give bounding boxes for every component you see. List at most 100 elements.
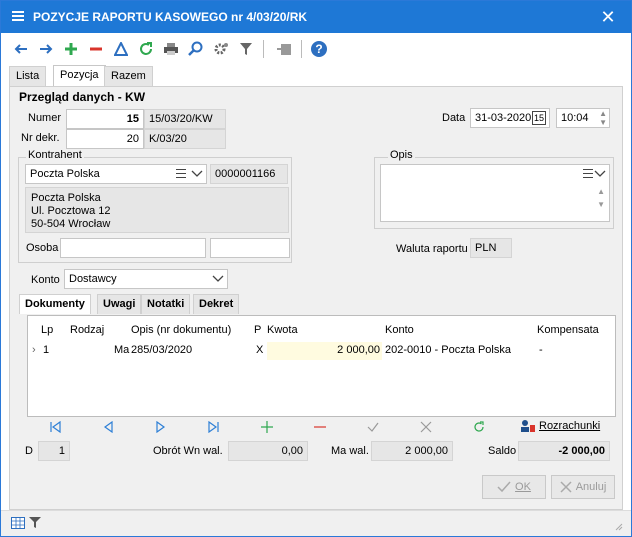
back-arrow-icon[interactable]	[11, 39, 31, 59]
cell-lp: 1	[43, 344, 50, 356]
spin-icon[interactable]: ▲ ▼	[597, 185, 605, 211]
col-header[interactable]: Opis (nr dokumentu)	[131, 324, 231, 336]
ma-field: 2 000,00	[371, 441, 453, 461]
tab-lista[interactable]: Lista	[9, 66, 47, 86]
address-line: Ul. Pocztowa 12	[31, 205, 111, 217]
status-bar	[1, 510, 631, 536]
menu-icon[interactable]	[176, 169, 186, 181]
settlements-icon	[521, 420, 535, 432]
prev-record-icon[interactable]	[98, 418, 118, 436]
edit-icon[interactable]	[111, 39, 131, 59]
konto-label: Konto	[31, 274, 60, 286]
resize-grip-icon[interactable]	[613, 521, 623, 531]
osoba-label: Osoba	[26, 242, 59, 254]
calendar-icon[interactable]: 15	[531, 111, 546, 125]
nr-dekr-field[interactable]: 20	[66, 129, 144, 149]
col-header[interactable]: P	[254, 324, 261, 336]
waluta-label: Waluta raportu	[396, 243, 468, 255]
cell-opis: 285/03/2020	[131, 344, 193, 356]
numer-field[interactable]: 15	[66, 109, 144, 129]
konto-value: Dostawcy	[69, 273, 117, 285]
first-record-icon[interactable]	[45, 418, 65, 436]
cell-kompensata: -	[539, 344, 543, 356]
filter-icon[interactable]	[236, 39, 256, 59]
numer-label: Numer	[28, 112, 62, 124]
chevron-down-icon[interactable]	[190, 168, 204, 180]
cell-p: X	[256, 344, 264, 356]
rozrachunki-button[interactable]: Rozrachunki	[520, 419, 600, 433]
search-icon[interactable]	[186, 39, 206, 59]
svg-text:?: ?	[315, 42, 322, 56]
tab-dekret[interactable]: Dekret	[193, 294, 240, 314]
print-icon[interactable]	[161, 39, 181, 59]
ok-button[interactable]: OK	[482, 475, 546, 499]
menu-icon[interactable]	[583, 169, 593, 181]
cell-rodzaj: Ma	[114, 344, 130, 356]
time-field[interactable]: 10:04 ▲ ▼	[556, 108, 610, 128]
tab-notatki[interactable]: Notatki	[141, 294, 191, 314]
forward-arrow-icon[interactable]	[36, 39, 56, 59]
ok-label: OK	[515, 481, 531, 493]
last-record-icon[interactable]	[204, 418, 224, 436]
export-icon[interactable]	[274, 39, 294, 59]
obrot-field: 0,00	[228, 441, 308, 461]
close-button[interactable]: ✕	[593, 4, 623, 30]
rozrachunki-label: Rozrachunki	[539, 420, 601, 432]
osoba-field[interactable]	[60, 238, 206, 258]
add-record-icon[interactable]	[257, 418, 277, 436]
col-header[interactable]: Rodzaj	[70, 324, 104, 336]
section-title: Przegląd danych - KW	[19, 90, 146, 104]
d-label: D	[25, 445, 33, 457]
chevron-down-icon[interactable]	[593, 168, 607, 180]
dialog-window: POZYCJE RAPORTU KASOWEGO nr 4/03/20/RK ✕	[0, 0, 632, 537]
remove-icon[interactable]	[86, 39, 106, 59]
delete-record-icon[interactable]	[310, 418, 330, 436]
list-icon	[12, 11, 24, 23]
refresh-record-icon[interactable]	[469, 418, 489, 436]
col-header[interactable]: Kwota	[267, 324, 298, 336]
osoba-extra-field[interactable]	[210, 238, 290, 258]
opis-title: Opis	[388, 149, 415, 161]
filter-icon[interactable]	[29, 516, 41, 529]
obrot-label: Obrót Wn wal.	[153, 445, 223, 457]
next-record-icon[interactable]	[151, 418, 171, 436]
toolbar-separator	[263, 40, 264, 58]
nr-dekr-symbol: K/03/20	[144, 129, 226, 149]
chevron-down-icon[interactable]	[211, 273, 225, 285]
kontrahent-address: Poczta Polska Ul. Pocztowa 12 50-504 Wro…	[25, 187, 289, 233]
address-line: Poczta Polska	[31, 192, 101, 204]
ma-label: Ma wal.	[331, 445, 369, 457]
kontrahent-name: Poczta Polska	[30, 168, 100, 180]
saldo-label: Saldo	[488, 445, 517, 457]
confirm-record-icon[interactable]	[363, 418, 383, 436]
cancel-button[interactable]: Anuluj	[551, 475, 615, 499]
opis-field[interactable]: ▲ ▼	[380, 164, 610, 222]
check-icon	[497, 481, 511, 493]
konto-combo[interactable]: Dostawcy	[64, 269, 228, 289]
date-field[interactable]: 31-03-2020 15	[470, 108, 550, 128]
table-icon[interactable]	[11, 517, 25, 529]
tab-dokumenty[interactable]: Dokumenty	[19, 294, 91, 314]
help-icon[interactable]: ?	[309, 39, 329, 59]
data-label: Data	[442, 112, 466, 124]
kontrahent-combo[interactable]: Poczta Polska	[25, 164, 207, 184]
col-header[interactable]: Lp	[41, 324, 53, 336]
add-icon[interactable]	[61, 39, 81, 59]
kontrahent-title: Kontrahent	[26, 149, 84, 161]
tab-pozycja[interactable]: Pozycja	[53, 65, 106, 86]
spin-icon[interactable]: ▲ ▼	[599, 109, 607, 127]
col-header[interactable]: Kompensata	[537, 324, 599, 336]
address-line: 50-504 Wrocław	[31, 218, 111, 230]
saldo-field: -2 000,00	[518, 441, 610, 461]
col-header[interactable]: Konto	[385, 324, 414, 336]
numer-symbol: 15/03/20/KW	[144, 109, 226, 129]
documents-grid: Lp Rodzaj Opis (nr dokumentu) P Kwota Ko…	[27, 315, 616, 417]
cancel-record-icon[interactable]	[416, 418, 436, 436]
refresh-icon[interactable]	[136, 39, 156, 59]
tab-uwagi[interactable]: Uwagi	[97, 294, 142, 314]
tab-razem[interactable]: Razem	[104, 66, 153, 86]
settings-icon[interactable]	[211, 39, 231, 59]
toolbar-separator	[301, 40, 302, 58]
anuluj-label: Anuluj	[575, 481, 607, 493]
table-row[interactable]: › 1 Ma 285/03/2020 X 2 000,00 202-0010 -…	[28, 342, 615, 360]
